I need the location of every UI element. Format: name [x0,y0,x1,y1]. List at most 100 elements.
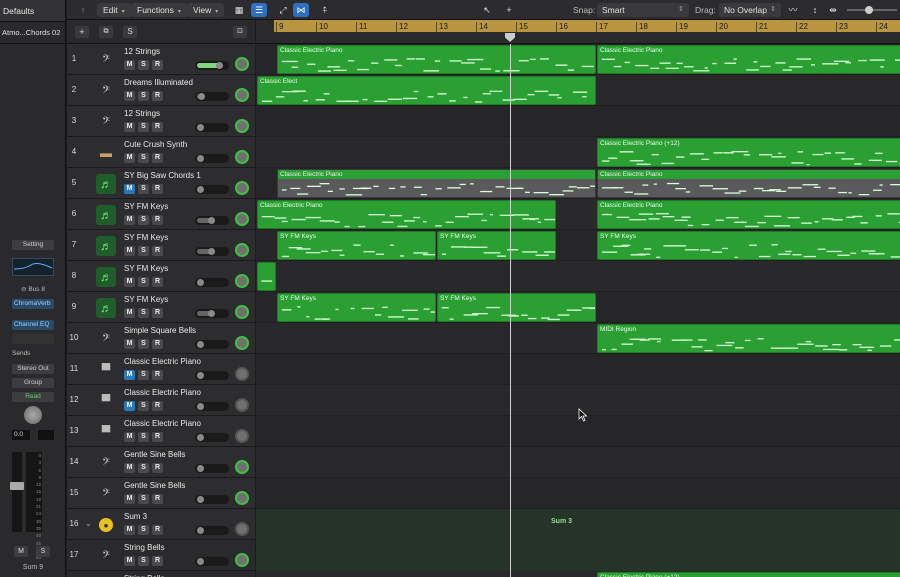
volume-knob[interactable] [197,186,204,193]
solo-button[interactable]: S [138,432,149,442]
music-note-icon[interactable]: ♬ [96,267,116,287]
midi-region[interactable]: Classic Elect [257,76,596,105]
track-header[interactable]: 15 𝄢 Gentle Sine Bells M S R [67,478,255,509]
track-volume-slider[interactable] [195,433,229,442]
midi-region[interactable]: SY FM Keys [277,293,436,322]
track-volume-slider[interactable] [195,526,229,535]
track-stack-icon[interactable]: ● [99,518,113,532]
solo-button[interactable]: S [138,184,149,194]
solo-button[interactable]: S [138,246,149,256]
inspector-defaults-label[interactable]: Defaults [0,0,65,22]
record-enable-button[interactable]: R [152,91,163,101]
track-pan-knob[interactable] [235,522,249,536]
track-name[interactable]: Sum 3 [124,512,147,521]
solo-button[interactable]: S [138,122,149,132]
record-enable-button[interactable]: R [152,153,163,163]
mute-button[interactable]: M [124,556,135,566]
track-name[interactable]: 12 Strings [124,109,160,118]
solo-button[interactable]: S [138,525,149,535]
view-menu[interactable]: View ▾ [187,3,225,17]
track-header[interactable]: 12 ▀ Classic Electric Piano M S R [67,385,255,416]
record-enable-button[interactable]: R [152,463,163,473]
music-note-icon[interactable]: ♬ [96,205,116,225]
flex-icon[interactable]: ⍏ [317,3,333,17]
track-pan-knob[interactable] [235,88,249,102]
track-header[interactable]: 8 ♬ SY FM Keys M S R [67,261,255,292]
volume-value[interactable]: 0.0 [12,430,30,440]
track-lane[interactable] [256,354,900,385]
harp-icon[interactable]: 𝄢 [96,81,116,101]
pan-knob[interactable] [24,406,42,424]
plugin-slot-chromaverb[interactable]: ChromaVerb [12,299,54,309]
zoom-slider[interactable] [847,3,897,17]
catch-playhead-icon[interactable]: ⊡ [233,26,247,38]
record-enable-button[interactable]: R [152,494,163,504]
mute-button[interactable]: M [124,525,135,535]
link-icon[interactable]: ⋈ [293,3,309,17]
track-pan-knob[interactable] [235,57,249,71]
volume-knob[interactable] [197,465,204,472]
track-volume-slider[interactable] [195,309,229,318]
track-pan-knob[interactable] [235,460,249,474]
midi-region[interactable]: Classic Electric Piano (+12) [597,138,900,167]
track-pan-knob[interactable] [235,212,249,226]
volume-knob[interactable] [197,93,205,100]
solo-button[interactable]: S [138,277,149,287]
bar-ruler[interactable]: 9 10 11 12 13 14 15 16 17 18 19 20 21 22 23 24 [256,20,900,44]
track-header[interactable]: 16 ⌄ ● Sum 3 MSR [67,509,255,540]
volume-knob[interactable] [197,341,204,348]
track-header[interactable]: 17 𝄢 String Bells M S R [67,540,255,571]
track-volume-slider[interactable] [195,464,229,473]
harp-icon[interactable]: 𝄢 [96,484,116,504]
volume-knob[interactable] [197,434,204,441]
piano-icon[interactable]: ▀ [96,360,116,380]
record-enable-button[interactable]: R [152,432,163,442]
edit-menu[interactable]: Edit ▾ [97,3,131,17]
music-note-icon[interactable]: ♬ [96,298,116,318]
mute-button[interactable]: M [124,91,135,101]
solo-button[interactable]: S [138,215,149,225]
solo-button[interactable]: S [138,463,149,473]
mute-button[interactable]: M [124,122,135,132]
solo-button[interactable]: S [138,370,149,380]
mute-button[interactable]: M [124,339,135,349]
track-lane[interactable] [256,106,900,137]
track-name[interactable]: SY Big Saw Chords 1 [124,171,201,180]
track-pan-knob[interactable] [235,398,249,412]
solo-button[interactable]: S [138,91,149,101]
track-name[interactable]: Cute Crush Synth [124,140,187,149]
harp-icon[interactable]: 𝄢 [96,329,116,349]
midi-region[interactable]: SY FM Keys [597,231,900,260]
plugin-slot-empty[interactable] [12,334,54,344]
track-name[interactable]: String Bells [124,543,164,552]
midi-region[interactable]: Classic Electric Piano [277,169,596,198]
volume-knob[interactable] [197,155,204,162]
track-volume-slider[interactable] [195,216,229,225]
volume-knob[interactable] [197,403,204,410]
track-header[interactable]: 𝄢String BellsMSR [67,571,255,577]
midi-region[interactable] [257,262,276,291]
volume-fader[interactable] [10,452,24,532]
fader-cap[interactable] [10,482,24,490]
track-volume-slider[interactable] [195,247,229,256]
track-name[interactable]: Dreams Illuminated [124,78,193,87]
duplicate-track-icon[interactable]: ⧉ [99,26,113,38]
volume-knob[interactable] [208,217,215,224]
track-header[interactable]: 13 ▀ Classic Electric Piano M S R [67,416,255,447]
piano-icon[interactable]: ▀ [96,422,116,442]
track-pan-knob[interactable] [235,553,249,567]
synth-icon[interactable]: ▬ [96,143,116,163]
mute-button[interactable]: M [124,463,135,473]
harp-icon[interactable]: 𝄢 [96,50,116,70]
grid-view-icon[interactable]: ▦ [231,3,247,17]
track-header[interactable]: 7 ♬ SY FM Keys M S R [67,230,255,261]
track-name[interactable]: Classic Electric Piano [124,357,201,366]
track-header[interactable]: 11 ▀ Classic Electric Piano M S R [67,354,255,385]
track-volume-slider[interactable] [195,340,229,349]
piano-icon[interactable]: ▀ [96,391,116,411]
vertical-zoom-icon[interactable]: ↕ [807,3,823,17]
track-volume-slider[interactable] [195,278,229,287]
solo-button[interactable]: S [138,401,149,411]
mute-button[interactable]: M [124,401,135,411]
sends-label[interactable]: Sends [12,350,54,357]
